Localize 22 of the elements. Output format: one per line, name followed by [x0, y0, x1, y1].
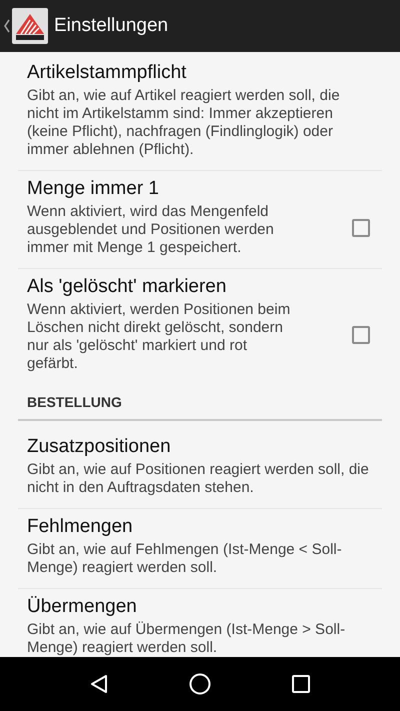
setting-title[interactable]: Artikelstammpflicht — [27, 59, 370, 87]
setting-summary: Gibt an, wie auf Übermengen (Ist-Menge > Soll-Menge) reagiert werden soll. — [27, 621, 346, 657]
recents-icon[interactable] — [292, 675, 310, 693]
setting-title[interactable]: Zusatzpositionen — [27, 433, 370, 461]
up-button[interactable] — [4, 8, 48, 44]
setting-title[interactable]: Als 'gelöscht' markieren — [27, 273, 302, 301]
setting-title[interactable]: Menge immer 1 — [27, 175, 302, 203]
back-icon[interactable] — [90, 674, 108, 694]
setting-title[interactable]: Fehlmengen — [27, 513, 370, 541]
setting-summary: Gibt an, wie auf Artikel reagiert werden soll, die nicht im Artikelstamm sind: Immer akzeptieren (keine Pflicht), nachfragen (Findlinglogik) oder immer ablehnen (Pflicht). — [27, 87, 341, 159]
category-header: BESTELLUNG — [26, 393, 123, 412]
back-icon — [4, 19, 10, 33]
setting-summary: Gibt an, wie auf Fehlmengen (Ist-Menge < Soll-Menge) reagiert werden soll. — [27, 541, 343, 577]
setting-title[interactable]: Übermengen — [27, 593, 370, 621]
setting-summary: Wenn aktiviert, werden Positionen beim Löschen nicht direkt gelöscht, sondern nur als 'gelöscht' markiert und rot gefärbt. — [27, 301, 292, 373]
setting-summary: Gibt an, wie auf Positionen reagiert werden soll, die nicht in den Auftragsdaten stehen. — [27, 461, 370, 497]
home-icon[interactable] — [188, 673, 211, 695]
checkbox[interactable] — [352, 326, 370, 344]
setting-summary: Wenn aktiviert, wird das Mengenfeld ausgeblendet und Positionen werden immer mit Menge 1 gespeichert. — [27, 203, 275, 257]
checkbox[interactable] — [352, 219, 370, 237]
screen-title: Einstellungen — [54, 14, 168, 38]
app-logo-icon — [12, 8, 48, 44]
